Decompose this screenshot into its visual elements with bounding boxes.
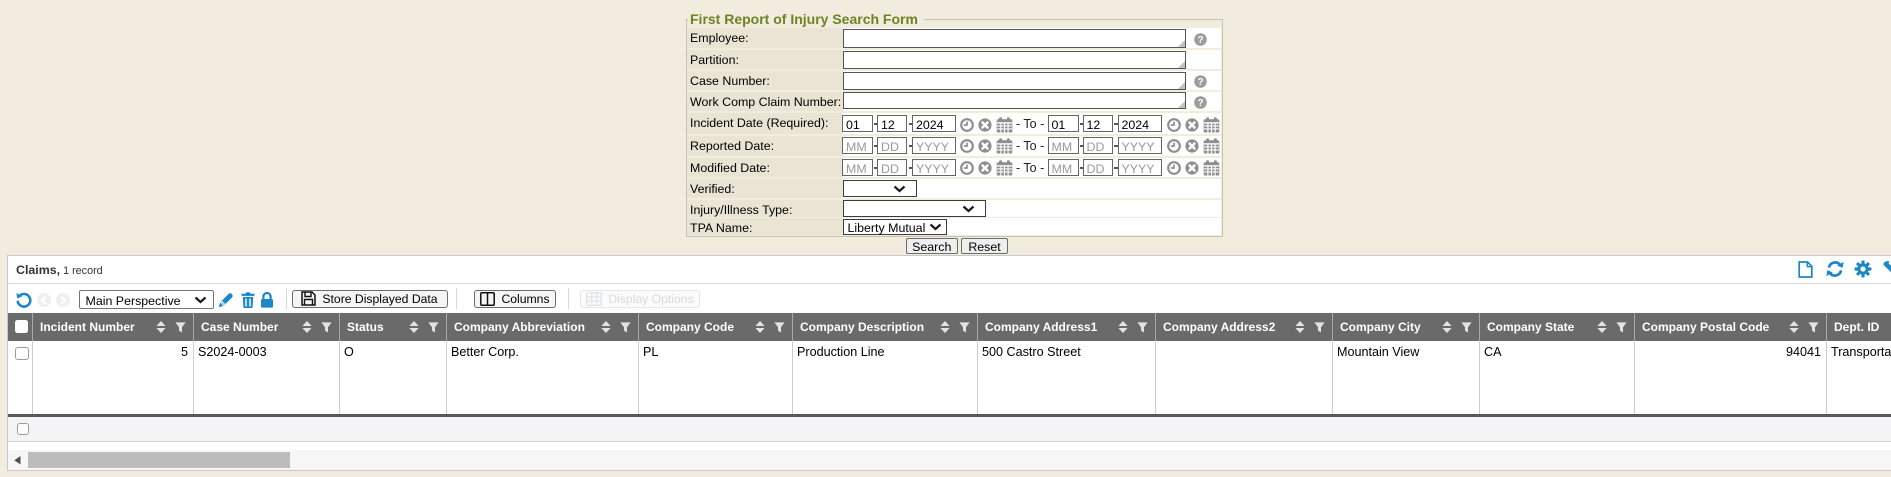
svg-text:?: ? xyxy=(1197,77,1203,88)
svg-text:?: ? xyxy=(1197,98,1203,109)
svg-text:?: ? xyxy=(1197,35,1203,46)
